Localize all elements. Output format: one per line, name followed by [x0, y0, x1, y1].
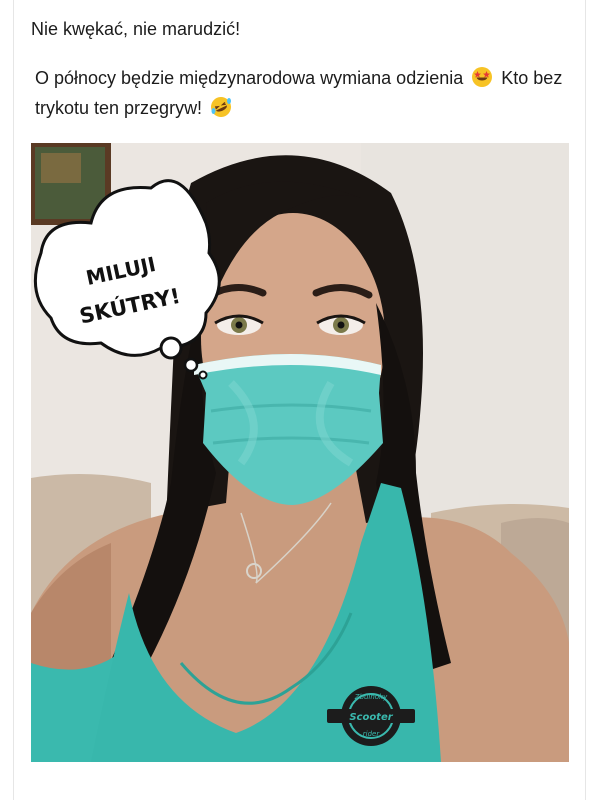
logo-bottom-text: rider	[363, 730, 381, 738]
rolling-on-floor-laughing-emoji-icon	[210, 96, 232, 118]
card-border-left	[13, 0, 14, 800]
photo-illustration: Zbulňoky Scooter rider MILUJI SKÚTRY!	[31, 143, 569, 762]
post-line-2: O północy będzie międzynarodowa wymiana …	[31, 63, 571, 123]
card-border-right	[585, 0, 586, 800]
post-photo[interactable]: Zbulňoky Scooter rider MILUJI SKÚTRY!	[31, 143, 569, 762]
logo-top-text: Zbulňoky	[354, 693, 388, 701]
post-page: Nie kwękać, nie marudzić! O północy będz…	[0, 0, 599, 800]
star-struck-emoji-icon	[471, 66, 493, 88]
post-line-2-text-a: O północy będzie międzynarodowa wymiana …	[35, 68, 464, 88]
logo-middle-text: Scooter	[349, 712, 393, 723]
post-text: Nie kwękać, nie marudzić! O północy będz…	[31, 14, 571, 123]
post-line-1: Nie kwękać, nie marudzić!	[31, 19, 241, 39]
